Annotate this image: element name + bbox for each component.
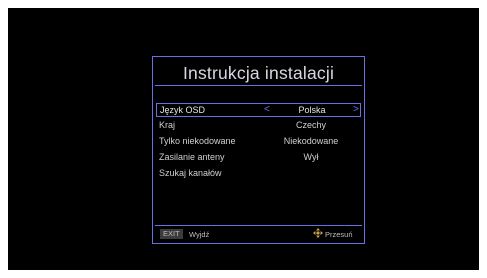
menu-row-channel-search[interactable]: Szukaj kanałów bbox=[156, 167, 361, 181]
tv-screen: Instrukcja instalacji Język OSD < Polska… bbox=[8, 8, 479, 270]
menu-row-label: Zasilanie anteny bbox=[159, 152, 225, 162]
footer-divider bbox=[155, 225, 362, 226]
dialog-title: Instrukcja instalacji bbox=[182, 63, 335, 83]
menu-row-antenna-power[interactable]: Zasilanie anteny Wył bbox=[156, 151, 361, 165]
menu-row-value: Czechy bbox=[295, 120, 326, 130]
menu-row-fta-only[interactable]: Tylko niekodowane Niekodowane bbox=[156, 135, 361, 149]
arrow-right-icon[interactable]: > bbox=[353, 104, 359, 115]
menu-row-osd-language[interactable]: Język OSD < Polska > bbox=[156, 103, 361, 117]
title-divider bbox=[155, 85, 362, 86]
move-hint-label: Przesuń bbox=[325, 230, 353, 239]
menu-row-label: Szukaj kanałów bbox=[159, 168, 222, 178]
menu-row-country[interactable]: Kraj Czechy bbox=[156, 119, 361, 133]
menu-row-value: Niekodowane bbox=[283, 136, 339, 146]
menu-row-value: Wył bbox=[303, 152, 319, 162]
installation-dialog: Instrukcja instalacji Język OSD < Polska… bbox=[152, 56, 365, 244]
menu-row-value: Polska bbox=[298, 105, 326, 115]
menu-row-label: Język OSD bbox=[160, 105, 206, 115]
exit-hint-label: Wyjdź bbox=[189, 230, 210, 239]
exit-key-badge[interactable]: EXIT bbox=[160, 229, 183, 239]
menu-row-label: Kraj bbox=[159, 120, 176, 130]
four-way-arrow-icon bbox=[313, 228, 323, 238]
menu-row-label: Tylko niekodowane bbox=[159, 136, 236, 146]
